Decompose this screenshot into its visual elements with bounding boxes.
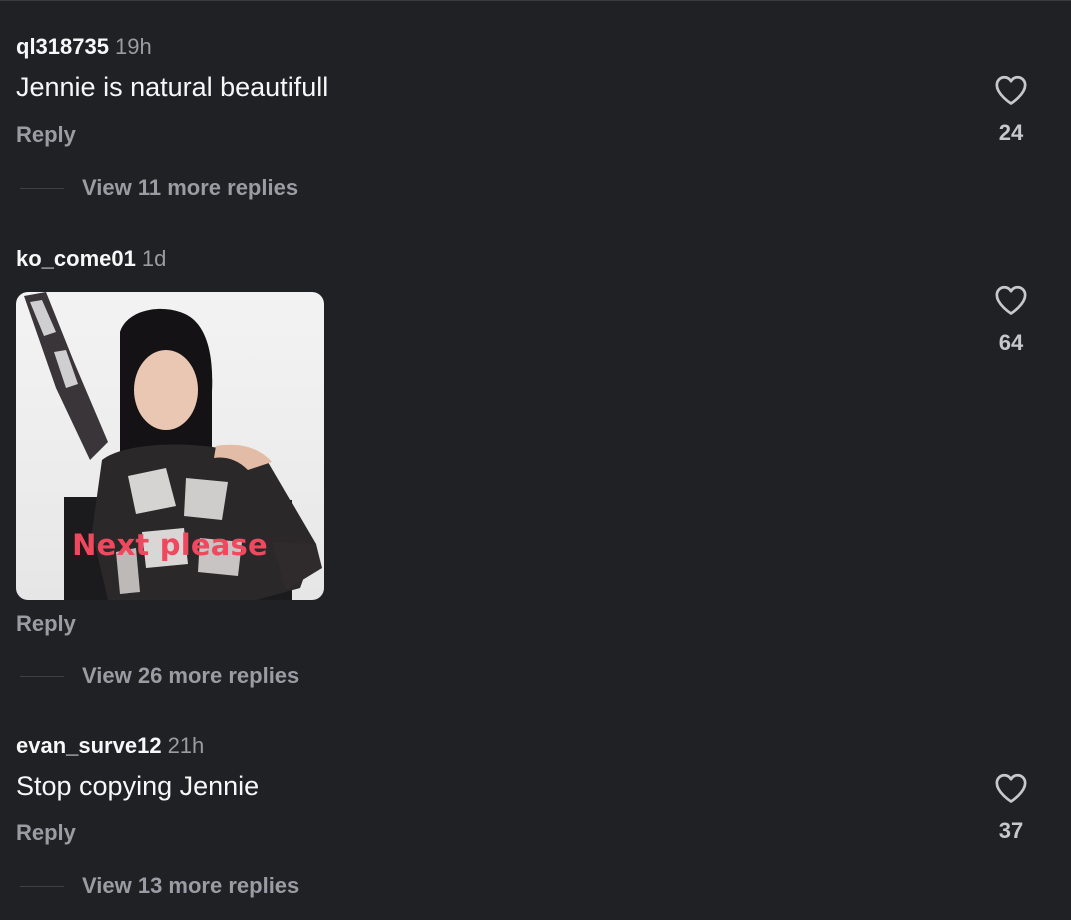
like-button[interactable]: 24	[991, 74, 1031, 146]
comment: ko_come01 1d	[16, 246, 1056, 274]
like-count: 64	[998, 330, 1024, 355]
comment: evan_surve12 21h Stop copying Jennie	[16, 733, 1056, 804]
like-count: 24	[998, 120, 1024, 145]
comment-text: Jennie is natural beautifull	[16, 72, 329, 102]
view-more-replies[interactable]: View 11 more replies	[16, 175, 298, 201]
comment-meta: ko_come01 1d	[16, 246, 1056, 274]
comment-time: 1d	[141, 246, 167, 271]
reply-button[interactable]: Reply	[16, 611, 76, 637]
view-more-label: View 26 more replies	[82, 663, 300, 688]
view-more-label: View 13 more replies	[82, 873, 300, 898]
comment-time: 21h	[167, 733, 205, 758]
thread-line	[20, 885, 64, 887]
gif-sticker[interactable]: Next please	[16, 292, 324, 600]
comment-text: Stop copying Jennie	[16, 771, 260, 801]
thread-line	[20, 675, 64, 677]
heart-outline-icon	[995, 773, 1027, 803]
heart-outline-icon	[995, 285, 1027, 315]
comment-time: 19h	[114, 34, 152, 59]
username[interactable]: ql318735	[16, 34, 109, 60]
heart-outline-icon	[995, 75, 1027, 105]
comment: ql318735 19h Jennie is natural beautiful…	[16, 34, 1056, 105]
top-divider	[0, 0, 1071, 1]
thread-line	[20, 187, 64, 189]
like-button[interactable]: 37	[991, 772, 1031, 844]
sticker-caption: Next please	[72, 528, 268, 562]
comment-meta: evan_surve12 21h	[16, 733, 1056, 761]
username[interactable]: evan_surve12	[16, 733, 162, 759]
like-button[interactable]: 64	[991, 284, 1031, 356]
comment-meta: ql318735 19h	[16, 34, 1056, 62]
reply-button[interactable]: Reply	[16, 820, 76, 846]
view-more-replies[interactable]: View 26 more replies	[16, 663, 299, 689]
view-more-replies[interactable]: View 13 more replies	[16, 873, 299, 899]
view-more-label: View 11 more replies	[82, 175, 299, 200]
reply-button[interactable]: Reply	[16, 122, 76, 148]
like-count: 37	[998, 818, 1024, 843]
username[interactable]: ko_come01	[16, 246, 136, 272]
